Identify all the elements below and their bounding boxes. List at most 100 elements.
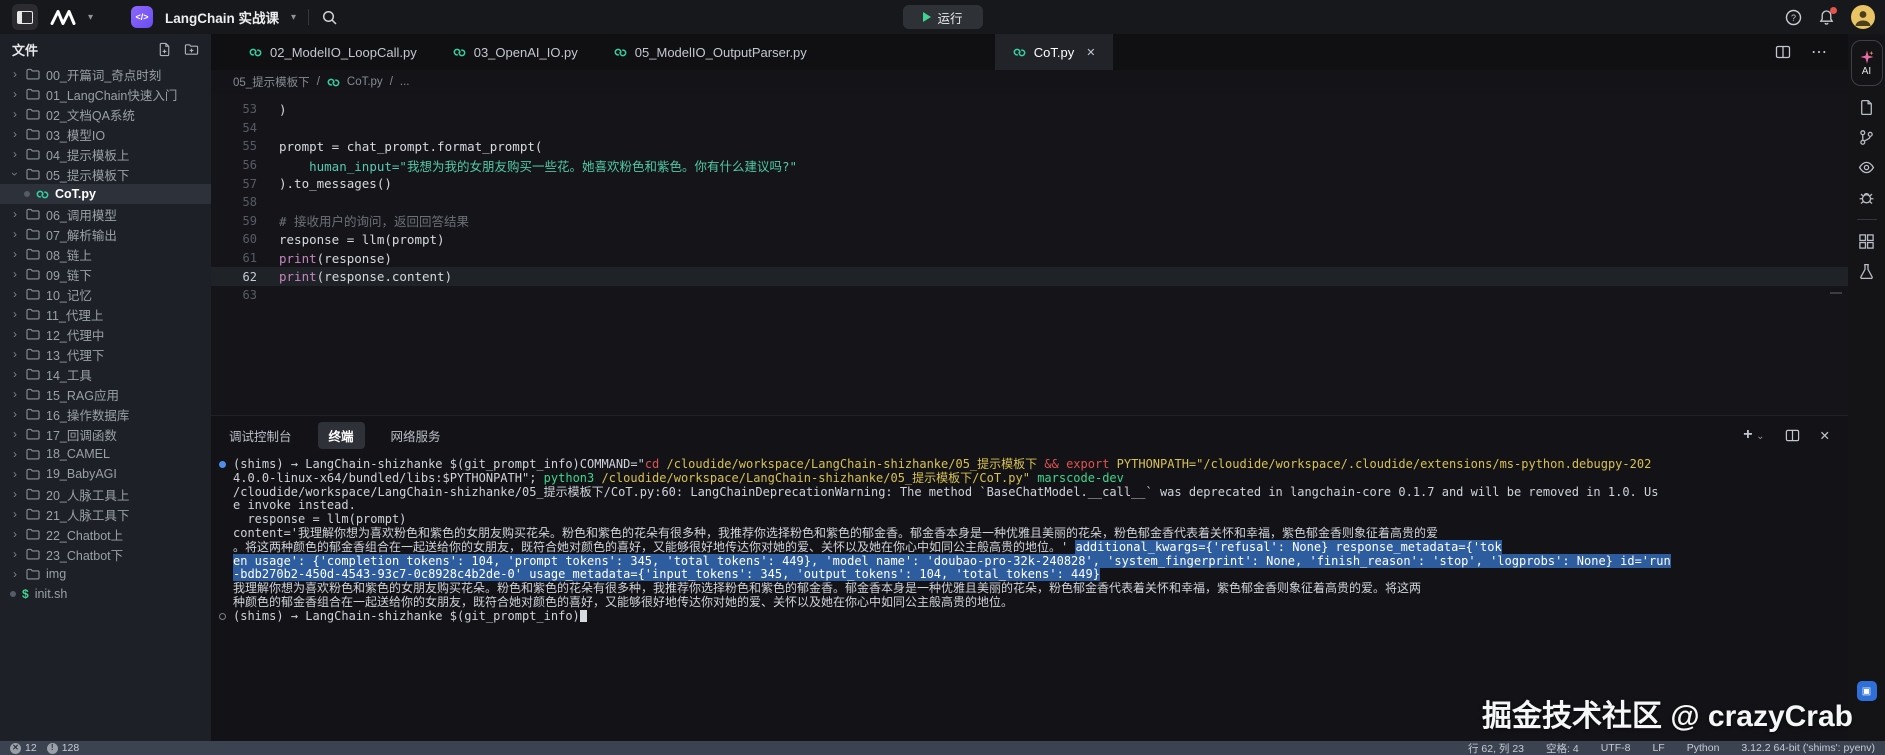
editor-tab-CoT.py[interactable]: CoT.py✕ [995,34,1114,70]
search-icon[interactable] [321,9,338,26]
status-language-mode[interactable]: Python [1687,742,1720,754]
tree-item-17_回调函数[interactable]: ›17_回调函数 [0,424,211,444]
editor-tab-05_ModelIO_OutputParser.py[interactable]: 05_ModelIO_OutputParser.py [596,34,825,70]
tree-item-CoT.py[interactable]: CoT.py [0,184,211,204]
code-line-61[interactable]: 61print(response) [211,249,1848,268]
code-line-63[interactable]: 63 [211,286,1848,305]
line-number: 59 [211,214,257,228]
split-editor-icon[interactable] [1775,44,1791,60]
status-bar-right: 行 62, 列 23 空格: 4 UTF-8 LF Python 3.12.2 64-bi… [1468,741,1875,755]
tree-item-10_记忆[interactable]: ›10_记忆 [0,284,211,304]
warnings-badge[interactable]: ! 128 [47,742,80,754]
tree-item-13_代理下[interactable]: ›13_代理下 [0,344,211,364]
code-line-58[interactable]: 58 [211,193,1848,212]
status-eol[interactable]: LF [1652,742,1664,754]
code-line-59[interactable]: 59# 接收用户的询问，返回回答结果 [211,212,1848,231]
test-beaker-icon[interactable] [1858,263,1875,280]
code-text: human_input="我想为我的女朋友购买一些花。她喜欢粉色和紫色。你有什么… [257,156,797,175]
extensions-icon[interactable] [1858,233,1875,250]
help-icon[interactable]: ? [1785,9,1802,26]
tree-item-04_提示模板上[interactable]: ›04_提示模板上 [0,144,211,164]
new-folder-icon[interactable] [184,42,199,57]
panel-tab-终端[interactable]: 终端 [318,422,365,449]
code-line-55[interactable]: 55prompt = chat_prompt.format_prompt( [211,137,1848,156]
breadcrumb-item[interactable]: ... [400,76,410,88]
file-explorer-sidebar: 文件 ›00_开篇词_奇点时刻›01_LangChain快速入门›02_文档QA… [0,34,211,741]
tree-item-05_提示模板下[interactable]: ›05_提示模板下 [0,164,211,184]
tree-item-img[interactable]: ›img [0,564,211,584]
tree-item-16_操作数据库[interactable]: ›16_操作数据库 [0,404,211,424]
tree-item-19_BabyAGI[interactable]: ›19_BabyAGI [0,464,211,484]
logo-chevron-down-icon[interactable]: ▾ [88,12,93,23]
tree-item-03_模型IO[interactable]: ›03_模型IO [0,124,211,144]
split-terminal-icon[interactable] [1785,428,1800,443]
status-indentation[interactable]: 空格: 4 [1546,741,1579,755]
tree-item-12_代理中[interactable]: ›12_代理中 [0,324,211,344]
code-line-60[interactable]: 60response = llm(prompt) [211,230,1848,249]
code-line-53[interactable]: 53) [211,100,1848,119]
files-panel-icon[interactable] [1858,99,1875,116]
python-file-icon [249,46,262,59]
code-editor[interactable]: 53)5455prompt = chat_prompt.format_promp… [211,94,1848,415]
tree-item-02_文档QA系统[interactable]: ›02_文档QA系统 [0,104,211,124]
code-line-54[interactable]: 54 [211,119,1848,138]
status-python-interpreter[interactable]: 3.12.2 64-bit ('shims': pyenv) [1741,742,1875,754]
preview-eye-icon[interactable] [1858,159,1875,176]
tree-item-15_RAG应用[interactable]: ›15_RAG应用 [0,384,211,404]
code-line-62[interactable]: 62print(response.content) [211,267,1848,286]
editor-tab-bar: 02_ModelIO_LoopCall.py 03_OpenAI_IO.py 05_… [211,34,1848,70]
tree-item-14_工具[interactable]: ›14_工具 [0,364,211,384]
tree-item-21_人脉工具下[interactable]: ›21_人脉工具下 [0,504,211,524]
new-file-icon[interactable] [157,42,172,57]
tree-item-18_CAMEL[interactable]: ›18_CAMEL [0,444,211,464]
close-panel-icon[interactable]: ✕ [1820,428,1830,443]
tree-item-init.sh[interactable]: $init.sh [0,584,211,604]
workspace-chevron-down-icon[interactable]: ▾ [291,12,296,23]
tree-item-01_LangChain快速入门[interactable]: ›01_LangChain快速入门 [0,84,211,104]
panel-tab-调试控制台[interactable]: 调试控制台 [229,426,292,445]
marscode-logo-icon[interactable] [50,10,76,25]
tree-item-07_解析输出[interactable]: ›07_解析输出 [0,224,211,244]
run-button[interactable]: 运行 [902,5,982,29]
tree-item-09_链下[interactable]: ›09_链下 [0,264,211,284]
source-control-icon[interactable] [1858,129,1875,146]
tree-item-label: 07_解析输出 [46,225,117,244]
avatar[interactable] [1851,5,1875,29]
workspace-title[interactable]: LangChain 实战课 [165,7,279,27]
tree-item-08_链上[interactable]: ›08_链上 [0,244,211,264]
file-tree: ›00_开篇词_奇点时刻›01_LangChain快速入门›02_文档QA系统›… [0,64,211,604]
tree-item-20_人脉工具上[interactable]: ›20_人脉工具上 [0,484,211,504]
tab-label: 03_OpenAI_IO.py [474,45,578,60]
tree-item-06_调用模型[interactable]: ›06_调用模型 [0,204,211,224]
tree-item-22_Chatbot上[interactable]: ›22_Chatbot上 [0,524,211,544]
editor-tab-03_OpenAI_IO.py[interactable]: 03_OpenAI_IO.py [435,34,596,70]
folder-icon [26,448,40,460]
status-cursor-position[interactable]: 行 62, 列 23 [1468,741,1524,755]
tree-item-label: 17_回调函数 [46,425,117,444]
editor-tab-02_ModelIO_LoopCall.py[interactable]: 02_ModelIO_LoopCall.py [231,34,435,70]
code-line-56[interactable]: 56 human_input="我想为我的女朋友购买一些花。她喜欢粉色和紫色。你… [211,156,1848,175]
more-actions-icon[interactable]: ⋯ [1811,42,1828,62]
tree-item-23_Chatbot下[interactable]: ›23_Chatbot下 [0,544,211,564]
ai-assistant-button[interactable]: AI [1851,40,1883,86]
tree-item-label: 22_Chatbot上 [46,525,123,544]
breadcrumb[interactable]: 05_提示模板下/CoT.py/... [211,70,1848,94]
notifications-bell-icon[interactable] [1818,9,1835,26]
toggle-sidebar-icon[interactable] [12,4,38,30]
errors-badge[interactable]: ✕ 12 [10,742,37,754]
python-file-icon [36,188,49,201]
new-terminal-icon[interactable]: + ⌄ [1743,426,1764,444]
debug-bug-icon[interactable] [1858,189,1875,206]
tree-item-label: 13_代理下 [46,345,104,364]
status-encoding[interactable]: UTF-8 [1601,742,1631,754]
tab-close-icon[interactable]: ✕ [1086,46,1095,59]
panel-tab-网络服务[interactable]: 网络服务 [391,426,441,445]
breadcrumb-item[interactable]: 05_提示模板下 [233,74,310,90]
tree-item-11_代理上[interactable]: ›11_代理上 [0,304,211,324]
folder-icon [26,548,40,560]
breadcrumb-item[interactable]: CoT.py [347,76,383,88]
code-line-57[interactable]: 57).to_messages() [211,174,1848,193]
chevron-icon: › [10,147,20,161]
tree-item-00_开篇词_奇点时刻[interactable]: ›00_开篇词_奇点时刻 [0,64,211,84]
guide-button[interactable]: ▣ [1857,681,1877,701]
